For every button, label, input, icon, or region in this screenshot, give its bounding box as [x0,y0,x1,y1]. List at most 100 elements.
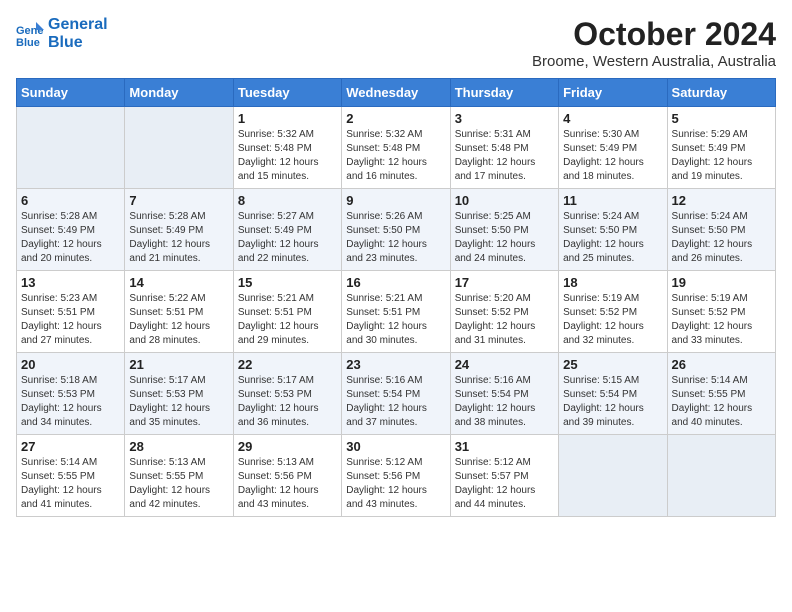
day-number: 9 [346,193,445,208]
header-tuesday: Tuesday [233,79,341,107]
header-saturday: Saturday [667,79,775,107]
page-header: General Blue General Blue October 2024 B… [16,16,776,70]
day-number: 7 [129,193,228,208]
calendar-cell: 11 Sunrise: 5:24 AMSunset: 5:50 PMDayligh… [559,189,667,271]
calendar-cell: 26Sunrise: 5:14 AMSunset: 5:55 PMDayligh… [667,353,775,435]
calendar-cell: 2 Sunrise: 5:32 AMSunset: 5:48 PMDaylight… [342,107,450,189]
day-info: Sunrise: 5:31 AMSunset: 5:48 PMDaylight:… [455,128,554,184]
day-info: Sunrise: 5:13 AMSunset: 5:56 PMDaylight:… [238,456,337,512]
day-info: Sunrise: 5:22 AMSunset: 5:51 PMDaylight:… [129,292,228,348]
calendar-week-1: 1 Sunrise: 5:32 AMSunset: 5:48 PMDaylight… [17,107,776,189]
day-info: Sunrise: 5:32 AMSunset: 5:48 PMDaylight:… [346,128,445,184]
calendar-cell: 23 Sunrise: 5:16 AMSunset: 5:54 PMDayligh… [342,353,450,435]
day-info: Sunrise: 5:19 AMSunset: 5:52 PMDaylight:… [672,292,771,348]
month-title: October 2024 [532,16,776,53]
calendar-week-3: 13Sunrise: 5:23 AMSunset: 5:51 PMDayligh… [17,271,776,353]
day-info: Sunrise: 5:28 AMSunset: 5:49 PMDaylight:… [129,210,228,266]
day-number: 21 [129,357,228,372]
day-info: Sunrise: 5:13 AMSunset: 5:55 PMDaylight:… [129,456,228,512]
day-number: 23 [346,357,445,372]
location-subtitle: Broome, Western Australia, Australia [532,53,776,70]
day-number: 18 [563,275,662,290]
calendar-cell: 3 Sunrise: 5:31 AMSunset: 5:48 PMDaylight… [450,107,558,189]
day-number: 1 [238,111,337,126]
day-number: 19 [672,275,771,290]
day-info: Sunrise: 5:29 AMSunset: 5:49 PMDaylight:… [672,128,771,184]
day-number: 20 [21,357,120,372]
day-info: Sunrise: 5:18 AMSunset: 5:53 PMDaylight:… [21,374,120,430]
calendar-header-row: SundayMondayTuesdayWednesdayThursdayFrid… [17,79,776,107]
calendar-cell: 18 Sunrise: 5:19 AMSunset: 5:52 PMDayligh… [559,271,667,353]
day-info: Sunrise: 5:19 AMSunset: 5:52 PMDaylight:… [563,292,662,348]
calendar-cell: 13Sunrise: 5:23 AMSunset: 5:51 PMDayligh… [17,271,125,353]
day-number: 8 [238,193,337,208]
calendar-cell: 10Sunrise: 5:25 AMSunset: 5:50 PMDayligh… [450,189,558,271]
day-info: Sunrise: 5:15 AMSunset: 5:54 PMDaylight:… [563,374,662,430]
calendar-cell: 16 Sunrise: 5:21 AMSunset: 5:51 PMDayligh… [342,271,450,353]
day-number: 16 [346,275,445,290]
day-number: 28 [129,439,228,454]
header-thursday: Thursday [450,79,558,107]
calendar-week-4: 20 Sunrise: 5:18 AMSunset: 5:53 PMDayligh… [17,353,776,435]
day-number: 11 [563,193,662,208]
day-number: 6 [21,193,120,208]
calendar-week-5: 27Sunrise: 5:14 AMSunset: 5:55 PMDayligh… [17,435,776,517]
day-info: Sunrise: 5:16 AMSunset: 5:54 PMDaylight:… [455,374,554,430]
day-number: 17 [455,275,554,290]
day-info: Sunrise: 5:25 AMSunset: 5:50 PMDaylight:… [455,210,554,266]
day-number: 22 [238,357,337,372]
day-number: 29 [238,439,337,454]
calendar-cell: 14Sunrise: 5:22 AMSunset: 5:51 PMDayligh… [125,271,233,353]
logo: General Blue General Blue [16,16,108,51]
svg-text:Blue: Blue [16,37,40,48]
day-number: 2 [346,111,445,126]
day-info: Sunrise: 5:12 AMSunset: 5:57 PMDaylight:… [455,456,554,512]
logo-line1: General [48,16,108,34]
calendar-cell: 8 Sunrise: 5:27 AMSunset: 5:49 PMDaylight… [233,189,341,271]
day-info: Sunrise: 5:20 AMSunset: 5:52 PMDaylight:… [455,292,554,348]
calendar-cell: 17 Sunrise: 5:20 AMSunset: 5:52 PMDayligh… [450,271,558,353]
day-number: 24 [455,357,554,372]
header-monday: Monday [125,79,233,107]
day-info: Sunrise: 5:16 AMSunset: 5:54 PMDaylight:… [346,374,445,430]
calendar-cell: 4Sunrise: 5:30 AMSunset: 5:49 PMDaylight… [559,107,667,189]
day-info: Sunrise: 5:28 AMSunset: 5:49 PMDaylight:… [21,210,120,266]
day-number: 31 [455,439,554,454]
calendar-cell: 12Sunrise: 5:24 AMSunset: 5:50 PMDayligh… [667,189,775,271]
title-block: October 2024 Broome, Western Australia, … [532,16,776,70]
calendar-cell: 21 Sunrise: 5:17 AMSunset: 5:53 PMDayligh… [125,353,233,435]
logo-line2: Blue [48,34,108,52]
calendar-cell: 29 Sunrise: 5:13 AMSunset: 5:56 PMDayligh… [233,435,341,517]
day-info: Sunrise: 5:12 AMSunset: 5:56 PMDaylight:… [346,456,445,512]
day-info: Sunrise: 5:32 AMSunset: 5:48 PMDaylight:… [238,128,337,184]
calendar-cell: 1 Sunrise: 5:32 AMSunset: 5:48 PMDaylight… [233,107,341,189]
calendar-cell: 20 Sunrise: 5:18 AMSunset: 5:53 PMDayligh… [17,353,125,435]
day-number: 26 [672,357,771,372]
header-friday: Friday [559,79,667,107]
day-number: 30 [346,439,445,454]
day-info: Sunrise: 5:30 AMSunset: 5:49 PMDaylight:… [563,128,662,184]
day-info: Sunrise: 5:21 AMSunset: 5:51 PMDaylight:… [346,292,445,348]
calendar-cell: 25 Sunrise: 5:15 AMSunset: 5:54 PMDayligh… [559,353,667,435]
day-info: Sunrise: 5:17 AMSunset: 5:53 PMDaylight:… [129,374,228,430]
day-number: 3 [455,111,554,126]
header-sunday: Sunday [17,79,125,107]
calendar-table: SundayMondayTuesdayWednesdayThursdayFrid… [16,78,776,517]
header-wednesday: Wednesday [342,79,450,107]
calendar-cell: 31 Sunrise: 5:12 AMSunset: 5:57 PMDayligh… [450,435,558,517]
calendar-cell: 7 Sunrise: 5:28 AMSunset: 5:49 PMDaylight… [125,189,233,271]
calendar-cell: 9 Sunrise: 5:26 AMSunset: 5:50 PMDaylight… [342,189,450,271]
day-info: Sunrise: 5:26 AMSunset: 5:50 PMDaylight:… [346,210,445,266]
day-info: Sunrise: 5:27 AMSunset: 5:49 PMDaylight:… [238,210,337,266]
day-info: Sunrise: 5:24 AMSunset: 5:50 PMDaylight:… [563,210,662,266]
calendar-cell: 19 Sunrise: 5:19 AMSunset: 5:52 PMDayligh… [667,271,775,353]
day-info: Sunrise: 5:23 AMSunset: 5:51 PMDaylight:… [21,292,120,348]
calendar-cell: 6 Sunrise: 5:28 AMSunset: 5:49 PMDaylight… [17,189,125,271]
day-number: 12 [672,193,771,208]
day-info: Sunrise: 5:21 AMSunset: 5:51 PMDaylight:… [238,292,337,348]
calendar-cell: 22Sunrise: 5:17 AMSunset: 5:53 PMDayligh… [233,353,341,435]
calendar-week-2: 6 Sunrise: 5:28 AMSunset: 5:49 PMDaylight… [17,189,776,271]
calendar-cell: 28 Sunrise: 5:13 AMSunset: 5:55 PMDayligh… [125,435,233,517]
day-number: 25 [563,357,662,372]
day-number: 15 [238,275,337,290]
